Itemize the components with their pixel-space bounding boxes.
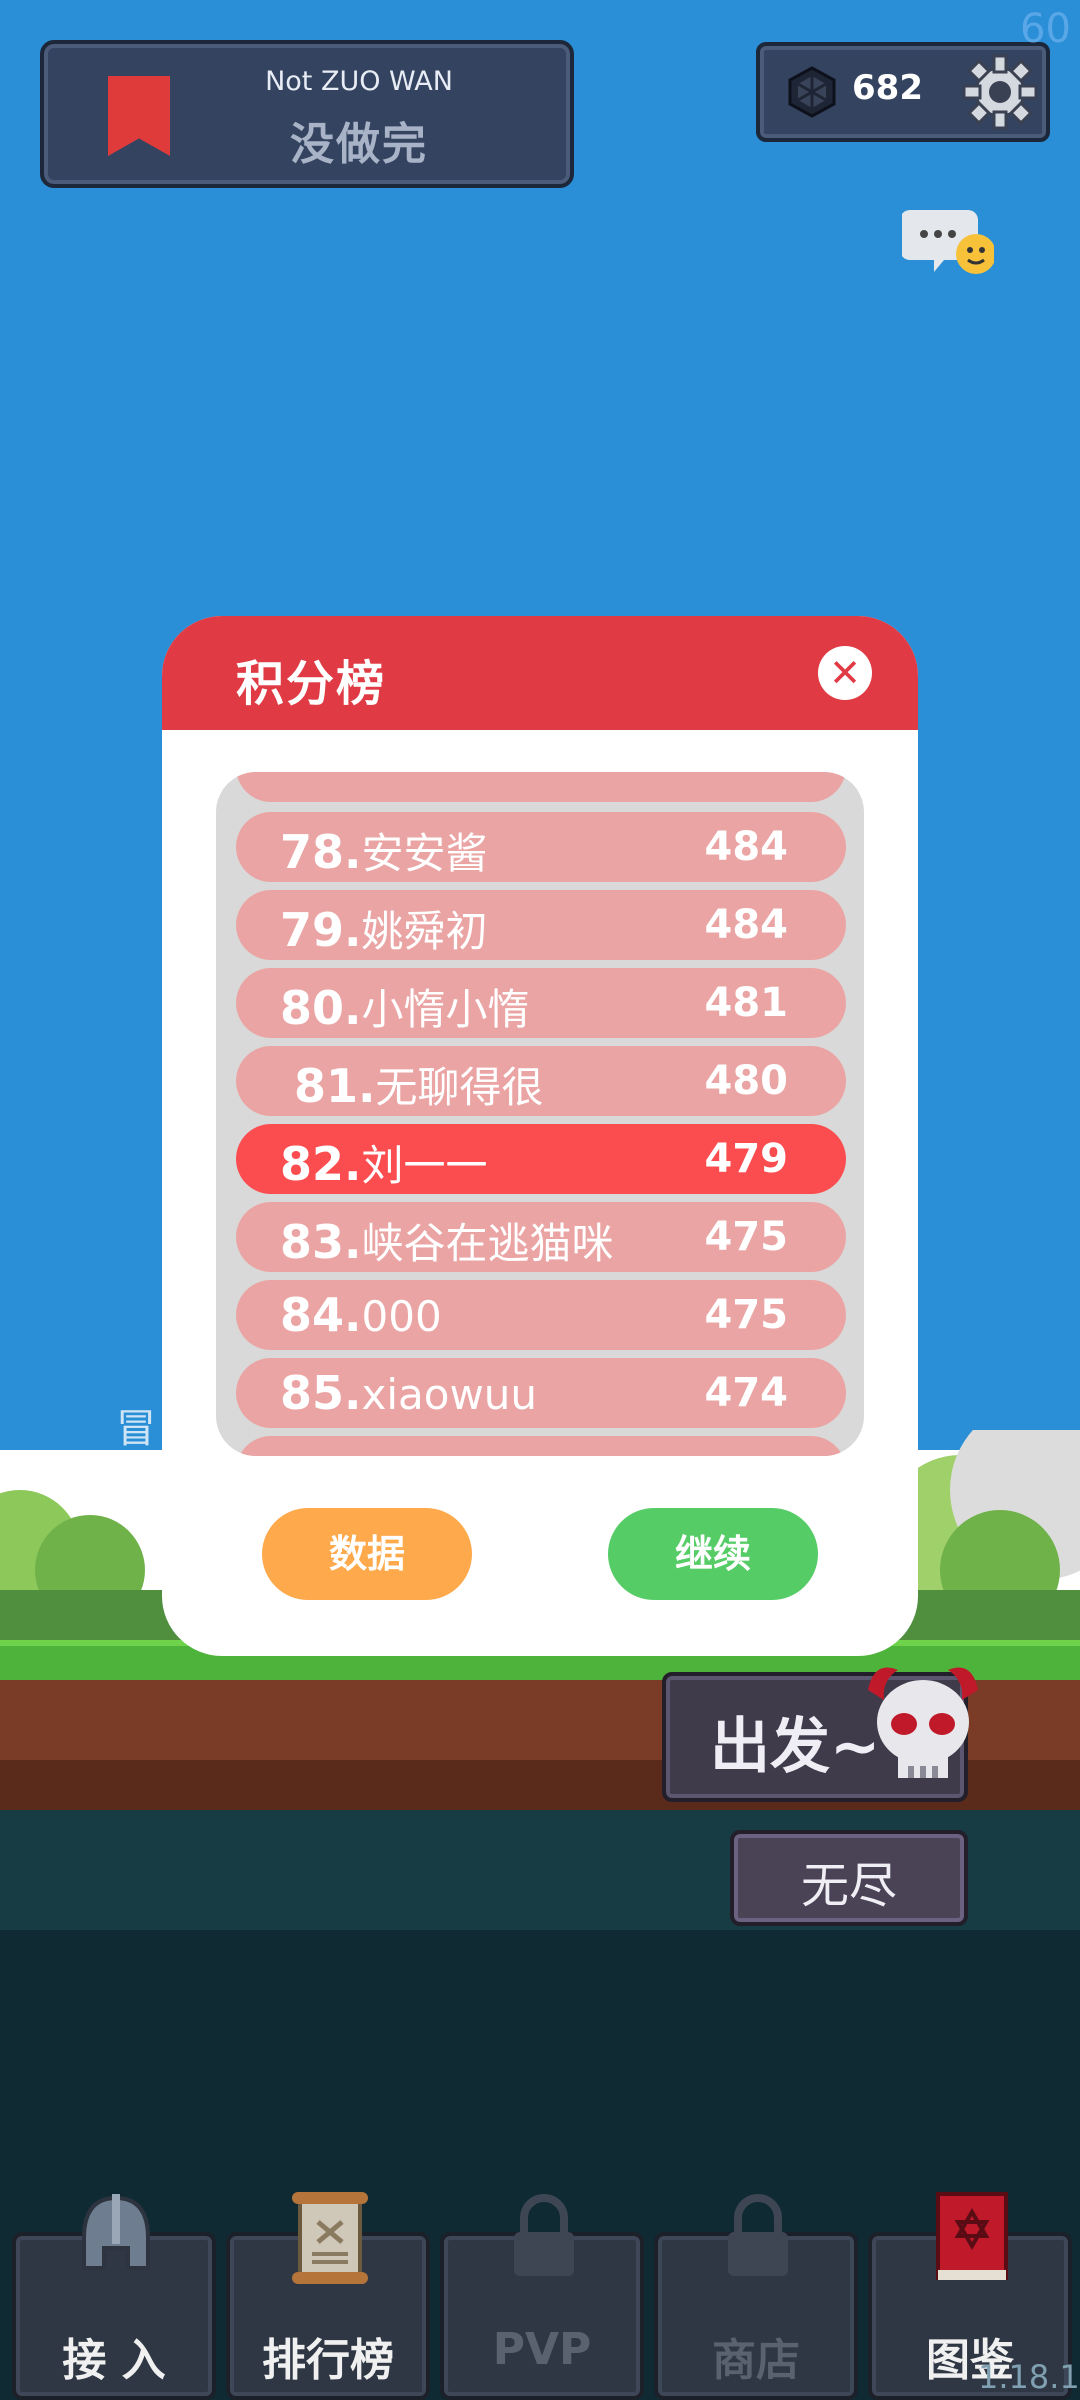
endless-button-label: 无尽 [800,1858,897,1914]
nav-item-leaderboard[interactable]: 排行榜 [226,2192,430,2400]
player-name: 峡谷在逃猫咪 [361,1219,614,1268]
scoreboard-list[interactable]: 78.安安酱 484 79.姚舜初 484 80.小惰小惰 481 81.无聊得… [216,772,864,1456]
player-name: 无聊得很 [375,1063,544,1112]
player-score: 475 [704,1214,789,1260]
nav-item-join[interactable]: 接 入 [12,2194,216,2400]
player-score: 474 [704,1370,789,1416]
list-item: 83.峡谷在逃猫咪 475 [236,1202,846,1272]
quest-subtitle: Not ZUO WAN [265,66,453,97]
rank-number: 84 [280,1288,345,1342]
rank-number: 85 [280,1366,345,1420]
list-item: 80.小惰小惰 481 [236,968,846,1038]
player-score: 481 [704,980,789,1026]
player-name: 刘一一 [361,1141,488,1190]
gem-count: 682 [852,68,923,108]
skull-icon [868,1667,978,1778]
book-icon [936,2192,1008,2280]
quest-title: 没做完 [290,119,428,170]
list-item-current-player: 82.刘一一 479 [236,1124,846,1194]
gem-counter: 682 [756,42,1050,142]
quest-panel[interactable]: Not ZUO WAN 没做完 [40,40,574,188]
scoreboard-dialog: 积分榜 ✕ 78.安安酱 484 79.姚舜初 484 80.小惰小惰 481 … [162,616,918,1656]
rank-number: 83 [280,1215,345,1269]
rank-number: 81 [294,1059,359,1113]
player-score: 479 [704,1136,789,1182]
list-item-partial-top [236,772,846,802]
chat-icon[interactable] [902,204,994,282]
player-score: 475 [704,1292,789,1338]
scroll-icon [292,2192,368,2284]
scoreboard-header: 积分榜 ✕ [162,616,918,730]
fps-counter: 60 [1020,6,1071,52]
helmet-icon [82,2194,150,2270]
go-button-label: 出发~ [710,1712,881,1782]
player-name: xiaowuu [361,1370,538,1419]
list-item: 84.000 475 [236,1280,846,1350]
continue-button[interactable]: 继续 [608,1508,818,1600]
player-name: 姚舜初 [361,907,488,956]
list-item: 81.无聊得很 480 [236,1046,846,1116]
nav-label: 接 入 [62,2335,166,2386]
lock-icon [728,2194,788,2276]
data-button[interactable]: 数据 [262,1508,472,1600]
gem-icon [788,66,836,118]
player-name: 安安酱 [361,829,488,878]
nav-label: PVP [492,2324,592,2375]
list-item: 79.姚舜初 484 [236,890,846,960]
player-score: 480 [704,1058,789,1104]
nav-item-pvp[interactable]: PVP [440,2194,644,2400]
list-item: 78.安安酱 484 [236,812,846,882]
rank-number: 82 [280,1137,345,1191]
nav-label: 排行榜 [262,2335,394,2386]
player-score: 484 [704,824,789,870]
nav-label: 商店 [712,2335,800,2386]
player-name: 000 [361,1292,442,1341]
rank-number: 79 [280,903,345,957]
nav-item-shop[interactable]: 商店 [654,2194,858,2400]
list-item-partial-bottom [236,1436,846,1456]
player-score: 484 [704,902,789,948]
version-label: 1.18.1 [978,2358,1080,2396]
rank-number: 80 [280,981,345,1035]
gear-icon[interactable] [960,52,1040,132]
close-icon[interactable]: ✕ [818,646,872,700]
lock-icon [514,2194,574,2276]
player-name: 小惰小惰 [361,985,530,1034]
endless-button[interactable]: 无尽 [730,1830,968,1926]
character-label: 冒 [116,1406,156,1452]
scoreboard-title: 积分榜 [236,656,387,712]
list-item: 85.xiaowuu 474 [236,1358,846,1428]
bookmark-icon [108,76,170,156]
rank-number: 78 [280,825,345,879]
